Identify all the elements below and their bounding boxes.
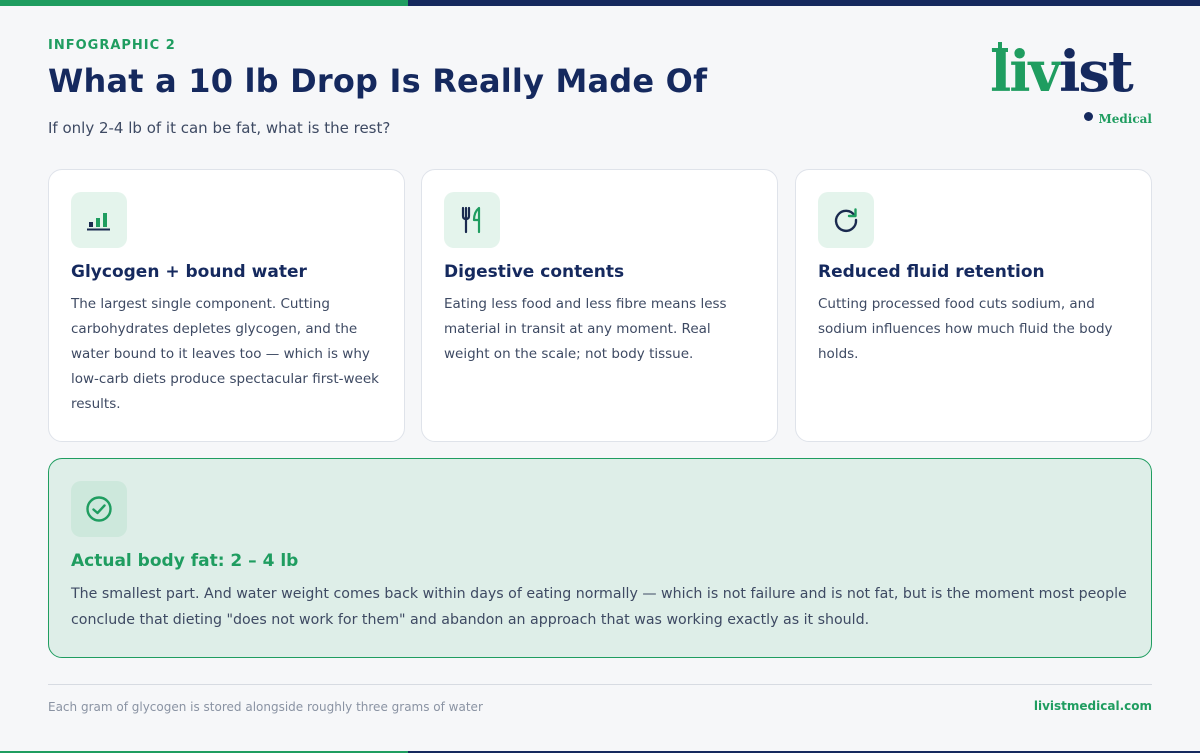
card-text: The largest single component. Cutting ca… <box>71 296 379 412</box>
footer-note: Each gram of glycogen is stored alongsid… <box>48 700 483 714</box>
card-title: Glycogen + bound water <box>71 262 307 282</box>
page-title: What a 10 lb Drop Is Really Made Of <box>48 62 708 100</box>
medical-cross-icon <box>992 42 1008 58</box>
logo-wordmark: livist <box>990 39 1134 105</box>
logo-subtitle: Medical <box>1098 112 1152 126</box>
card-digestive: Digestive contents Eating less food and … <box>421 169 778 442</box>
logo-dot <box>1084 112 1093 121</box>
livist-logo: livist Medical <box>990 42 1155 126</box>
card-text: Eating less food and less fibre means le… <box>444 296 727 362</box>
refresh-icon <box>818 192 874 248</box>
bar-chart-icon <box>71 192 127 248</box>
check-circle-icon <box>71 481 127 537</box>
card-title: Digestive contents <box>444 262 625 282</box>
fork-knife-icon <box>444 192 500 248</box>
card-title: Reduced fluid retention <box>818 262 1045 282</box>
footer-website-link[interactable]: livistmedical.com <box>1034 699 1152 713</box>
eyebrow-label: INFOGRAPHIC 2 <box>48 38 176 53</box>
body-fat-callout: Actual body fat: 2 – 4 lb The smallest p… <box>48 458 1152 658</box>
page-subtitle: If only 2-4 lb of it can be fat, what is… <box>48 119 391 137</box>
callout-title: Actual body fat: 2 – 4 lb <box>71 551 299 571</box>
card-glycogen: Glycogen + bound water The largest singl… <box>48 169 405 442</box>
card-fluid: Reduced fluid retention Cutting processe… <box>795 169 1152 442</box>
top-accent-bar <box>0 0 1200 6</box>
footer-divider <box>48 684 1152 685</box>
card-text: Cutting processed food cuts sodium, and … <box>818 296 1113 362</box>
callout-text: The smallest part. And water weight come… <box>71 586 1127 628</box>
